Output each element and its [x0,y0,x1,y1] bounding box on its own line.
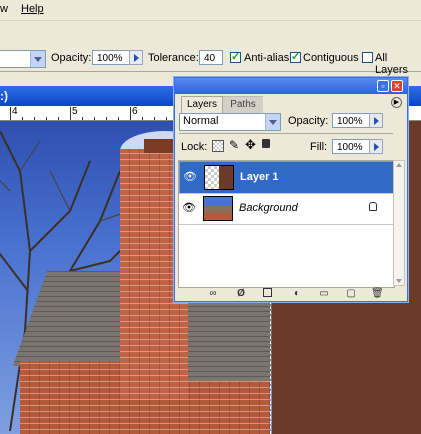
adjustment-layer-icon[interactable]: ◐ [291,288,303,299]
opacity-label: Opacity: [51,52,92,64]
panel-menu-icon[interactable]: ▶ [391,97,402,108]
lock-label: Lock: [181,141,208,153]
lock-image-icon[interactable]: ✎ [229,138,239,152]
tab-layers[interactable]: Layers [181,96,223,113]
menu-bar: w Help [0,0,421,21]
opacity-flyout-button[interactable] [129,50,143,65]
ruler-label: 5 [72,106,78,117]
menu-help[interactable]: Help [21,3,44,15]
background-thumbnail [203,196,233,221]
layer-1-thumbnail [204,165,234,190]
tolerance-field[interactable]: 40 [199,50,223,65]
layers-scrollbar[interactable] [393,160,405,286]
new-group-icon[interactable]: ▭ [318,288,330,299]
layer-opacity-flyout-button[interactable] [369,113,383,128]
tolerance-label: Tolerance: [148,52,199,64]
layers-button-bar: ∞ Ø ◐ ▭ ▢ 🗑 [175,287,407,301]
layer-opacity-label: Opacity: [288,115,329,127]
layer-name: Background [239,202,298,214]
layer-name: Layer 1 [240,171,279,183]
lock-all-icon[interactable] [262,139,270,148]
layers-list: 👁 Layer 1 👁 Background [178,160,395,288]
eye-icon[interactable]: 👁 [183,171,197,183]
lock-position-icon[interactable]: ✥ [245,137,256,153]
new-layer-icon[interactable]: ▢ [345,288,357,299]
fill-field[interactable]: 100% [332,139,370,154]
ruler-label: 4 [12,106,18,117]
layer-mask-icon[interactable] [263,288,272,297]
panel-title-bar[interactable]: ▫ ✕ [175,78,407,94]
layers-panel: ▫ ✕ Layers Paths ▶ Normal Opacity: 100% … [174,77,408,302]
close-icon[interactable]: ✕ [391,80,403,92]
all-layers-checkbox[interactable] [362,52,373,63]
layer-row-layer-1[interactable]: 👁 Layer 1 [179,161,394,194]
ruler-label: 6 [132,106,138,117]
antialias-checkbox[interactable] [230,50,241,63]
layer-style-icon[interactable]: Ø [235,288,247,299]
panel-tabs: Layers Paths ▶ [175,94,407,113]
blend-mode-select[interactable]: Normal [179,113,281,131]
lock-transparency-icon[interactable] [212,140,224,152]
all-layers-label: All Layers [375,52,409,76]
blend-mode-value: Normal [183,115,219,127]
contiguous-checkbox[interactable] [290,50,301,63]
link-layers-icon[interactable]: ∞ [207,288,219,299]
layer-row-background[interactable]: 👁 Background [179,193,394,225]
document-title: :) [0,89,8,103]
eye-icon[interactable]: 👁 [182,202,196,214]
fill-label: Fill: [310,141,328,153]
options-bar: Opacity: 100% Tolerance: 40 Anti-alias C… [0,21,421,76]
minimize-icon[interactable]: ▫ [377,80,389,92]
fill-flyout-button[interactable] [369,139,383,154]
antialias-label: Anti-alias [244,52,290,64]
menu-view[interactable]: w [0,3,8,15]
delete-layer-icon[interactable]: 🗑 [371,288,384,299]
lock-icon [369,202,377,211]
contiguous-label: Contiguous [303,52,359,64]
layer-opacity-field[interactable]: 100% [332,113,370,128]
opacity-field[interactable]: 100% [92,50,130,65]
tab-paths[interactable]: Paths [223,96,263,113]
mode-select[interactable] [0,50,46,68]
